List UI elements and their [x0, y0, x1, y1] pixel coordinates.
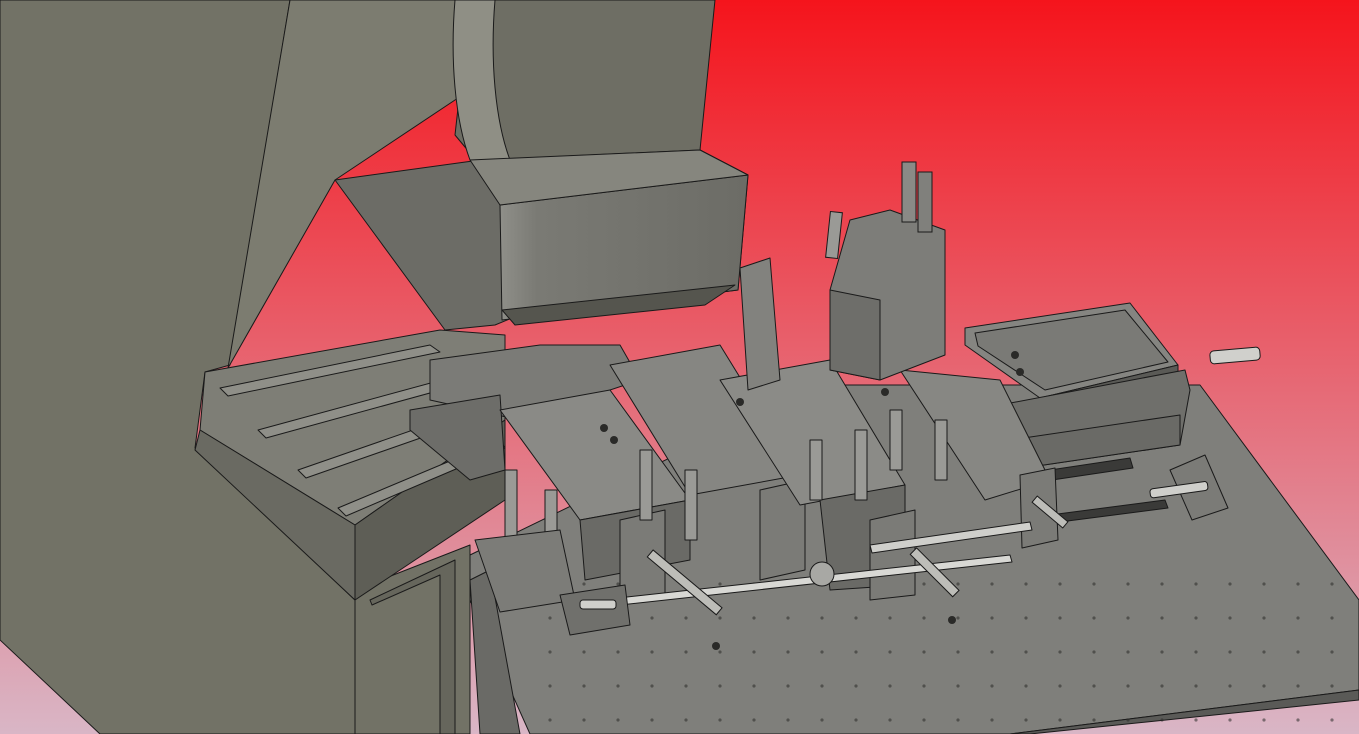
cad-viewport[interactable]: [0, 0, 1359, 734]
loose-pin-front: [579, 599, 617, 610]
cylinder-top-2: [917, 171, 933, 233]
vertical-slide-column-front: [829, 289, 881, 381]
cad-model-scene[interactable]: [0, 0, 1359, 734]
cylinder-mount-hub: [809, 561, 835, 587]
rail-module-3-end: [869, 509, 916, 601]
cylinder-top-1: [901, 161, 917, 223]
